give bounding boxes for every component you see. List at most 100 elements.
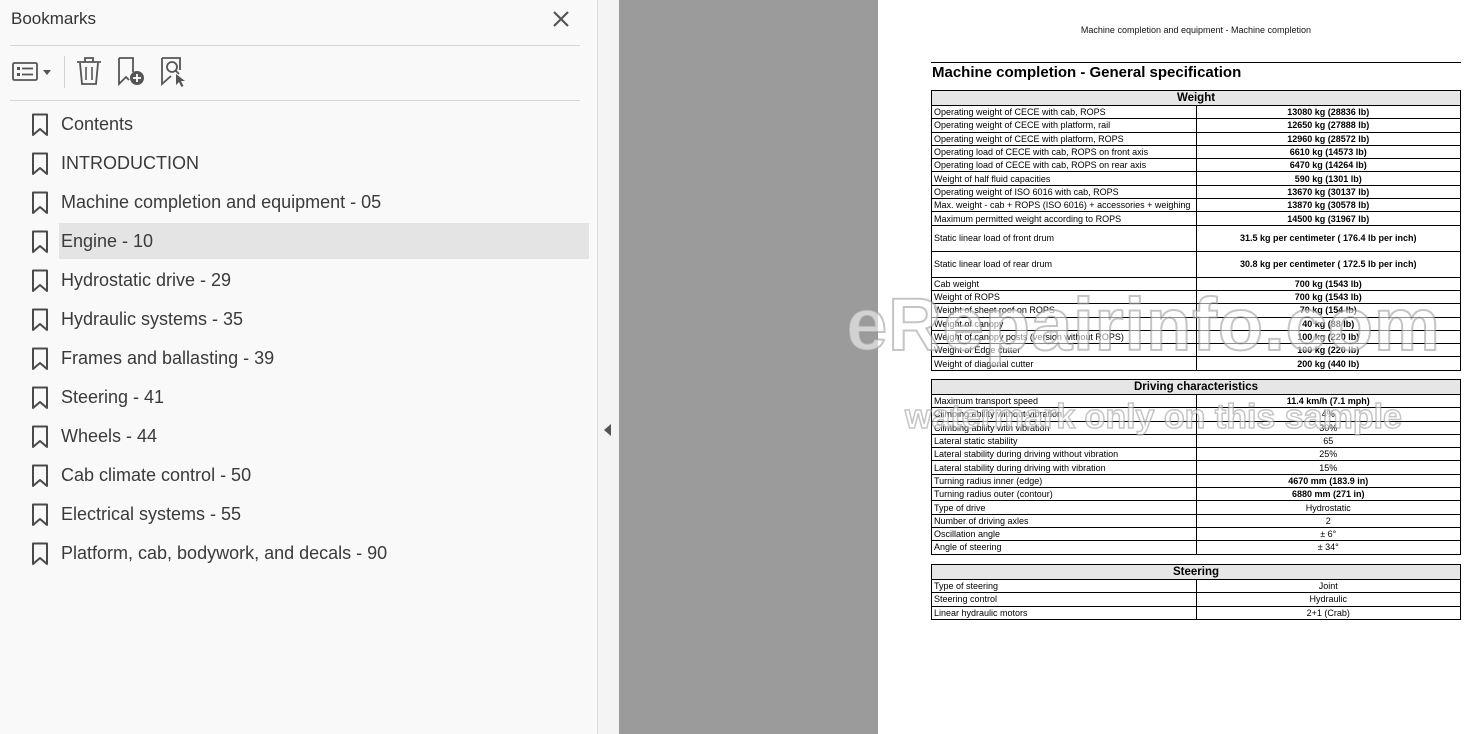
spec-value: 40 kg (88 lb) <box>1195 316 1461 331</box>
spec-label: Maximum transport speed <box>931 393 1197 409</box>
section-heading: Driving characteristics <box>931 379 1461 395</box>
bookmark-item[interactable]: Wheels - 44 <box>0 418 590 454</box>
table-row: Climbing ability with vibration 30% <box>931 420 1461 435</box>
spec-value: 4% <box>1195 407 1461 422</box>
table-row: Climbing ability without vibration 4% <box>931 407 1461 422</box>
table-row: Weight of diagonal cutter 200 kg (440 lb) <box>931 356 1461 371</box>
spec-value: ± 6° <box>1195 526 1461 542</box>
bookmark-item[interactable]: Hydrostatic drive - 29 <box>0 262 590 298</box>
steering-table: Steering Type of steering Joint Steering co… <box>931 564 1461 620</box>
spec-value: 2+1 (Crab) <box>1195 605 1461 620</box>
spec-label: Cab weight <box>931 276 1197 291</box>
bookmark-item[interactable]: Steering - 41 <box>0 379 590 415</box>
bookmarks-panel: Bookmarks Contents INTRODUCTION Machine … <box>0 0 597 734</box>
bookmark-icon <box>31 152 49 176</box>
panel-splitter[interactable] <box>597 0 619 734</box>
bookmark-item[interactable]: Cab climate control - 50 <box>0 457 590 493</box>
close-icon[interactable] <box>550 8 572 30</box>
bookmark-item[interactable]: Electrical systems - 55 <box>0 496 590 532</box>
spec-label: Weight of canopy <box>931 316 1197 331</box>
spec-value: 14500 kg (31967 lb) <box>1195 211 1461 226</box>
options-menu-button[interactable] <box>11 54 55 88</box>
spec-value: 6880 mm (271 in) <box>1195 487 1461 502</box>
table-row: Weight of sheet roof on ROPS 70 kg (154 l… <box>931 303 1461 318</box>
bookmark-icon <box>31 386 49 410</box>
bookmark-item[interactable]: Frames and ballasting - 39 <box>0 340 590 376</box>
table-row: Lateral static stability 65 <box>931 433 1461 449</box>
trash-icon <box>74 54 104 88</box>
spec-value: 2 <box>1195 513 1461 528</box>
table-row: Cab weight 700 kg (1543 lb) <box>931 276 1461 291</box>
driving-characteristics-table: Driving characteristics Maximum transport… <box>931 379 1461 555</box>
spec-value: 100 kg (220 lb) <box>1195 343 1461 358</box>
list-options-icon <box>11 54 55 88</box>
table-row: Maximum transport speed 11.4 km/h (7.1 mp… <box>931 393 1461 409</box>
weight-table: Weight Operating weight of CECE with cab,… <box>931 90 1461 371</box>
bookmark-icon <box>31 464 49 488</box>
bookmark-label: Frames and ballasting - 39 <box>61 348 275 368</box>
table-row: Operating load of CECE with cab, ROPS on… <box>931 158 1461 173</box>
table-row: Angle of steering ± 34° <box>931 540 1461 555</box>
spec-value: 13080 kg (28836 lb) <box>1195 104 1461 120</box>
spec-label: Static linear load of rear drum <box>931 250 1197 278</box>
spec-label: Operating load of CECE with cab, ROPS on… <box>931 144 1197 160</box>
table-row: Max. weight - cab + ROPS (ISO 6016) + ac… <box>931 198 1461 213</box>
spec-value: 25% <box>1195 447 1461 462</box>
table-row: Weight of canopy posts (version without … <box>931 329 1461 345</box>
spec-value: 100 kg (220 lb) <box>1195 329 1461 345</box>
spec-value: ± 34° <box>1195 540 1461 555</box>
spec-label: Weight of ROPS <box>931 289 1197 305</box>
spec-value: 13870 kg (30578 lb) <box>1195 198 1461 213</box>
spec-value: 13670 kg (30137 lb) <box>1195 184 1461 200</box>
spec-label: Steering control <box>931 592 1197 607</box>
bookmark-label: INTRODUCTION <box>61 153 199 173</box>
bookmark-item[interactable]: Contents <box>0 106 590 142</box>
bookmark-label: Hydraulic systems - 35 <box>61 309 244 329</box>
spec-label: Weight of canopy posts (version without … <box>931 329 1197 345</box>
spec-label: Max. weight - cab + ROPS (ISO 6016) + ac… <box>931 198 1197 213</box>
spec-value: 12650 kg (27888 lb) <box>1195 118 1461 133</box>
document-title: Machine completion - General specificati… <box>932 64 1242 81</box>
spec-value: Joint <box>1195 578 1461 594</box>
spec-value: 200 kg (440 lb) <box>1195 356 1461 371</box>
panel-divider-toolbar <box>10 100 580 101</box>
delete-bookmark-button[interactable] <box>74 54 104 88</box>
bookmark-label: Contents <box>61 114 134 134</box>
spec-label: Lateral stability during driving without… <box>931 447 1197 462</box>
spec-value: 15% <box>1195 460 1461 475</box>
spec-label: Weight of diagonal cutter <box>931 356 1197 371</box>
bookmark-item[interactable]: Machine completion and equipment - 05 <box>0 184 590 220</box>
find-bookmark-button[interactable] <box>158 54 190 88</box>
bookmark-label: Engine - 10 <box>61 231 154 251</box>
bookmark-item[interactable]: Engine - 10 <box>0 223 590 259</box>
spec-value: 31.5 kg per centimeter ( 176.4 lb per in… <box>1195 224 1461 252</box>
bookmark-item[interactable]: Hydraulic systems - 35 <box>0 301 590 337</box>
collapse-arrow-icon[interactable] <box>604 424 611 436</box>
spec-label: Climbing ability with vibration <box>931 420 1197 435</box>
bookmark-icon <box>31 230 49 254</box>
table-row: Type of drive Hydrostatic <box>931 500 1461 515</box>
spec-label: Turning radius outer (contour) <box>931 487 1197 502</box>
spec-label: Lateral stability during driving with vi… <box>931 460 1197 475</box>
bookmark-item[interactable]: Platform, cab, bodywork, and decals - 90 <box>0 535 590 571</box>
page-header: Machine completion and equipment - Machi… <box>1080 25 1312 35</box>
spec-label: Type of steering <box>931 578 1197 594</box>
bookmark-icon <box>31 503 49 527</box>
spec-value: 65 <box>1195 433 1461 449</box>
viewer-background <box>619 0 878 734</box>
spec-value: 6470 kg (14264 lb) <box>1195 158 1461 173</box>
table-row: Weight of Edge cutter 100 kg (220 lb) <box>931 343 1461 358</box>
bookmark-icon <box>31 425 49 449</box>
toolbar-separator <box>64 56 65 88</box>
bookmark-item[interactable]: INTRODUCTION <box>0 145 590 181</box>
table-row: Operating weight of CECE with platform, … <box>931 118 1461 133</box>
bookmark-label: Wheels - 44 <box>61 426 158 446</box>
spec-label: Operating weight of CECE with platform, … <box>931 118 1197 133</box>
table-row: Lateral stability during driving with vi… <box>931 460 1461 475</box>
spec-value: 700 kg (1543 lb) <box>1195 289 1461 305</box>
table-row: Operating weight of CECE with cab, ROPS 1… <box>931 104 1461 120</box>
new-bookmark-button[interactable] <box>115 54 147 88</box>
bookmark-label: Steering - 41 <box>61 387 165 407</box>
document-page: Machine completion and equipment - Machi… <box>878 0 1479 734</box>
table-row: Lateral stability during driving without… <box>931 447 1461 462</box>
